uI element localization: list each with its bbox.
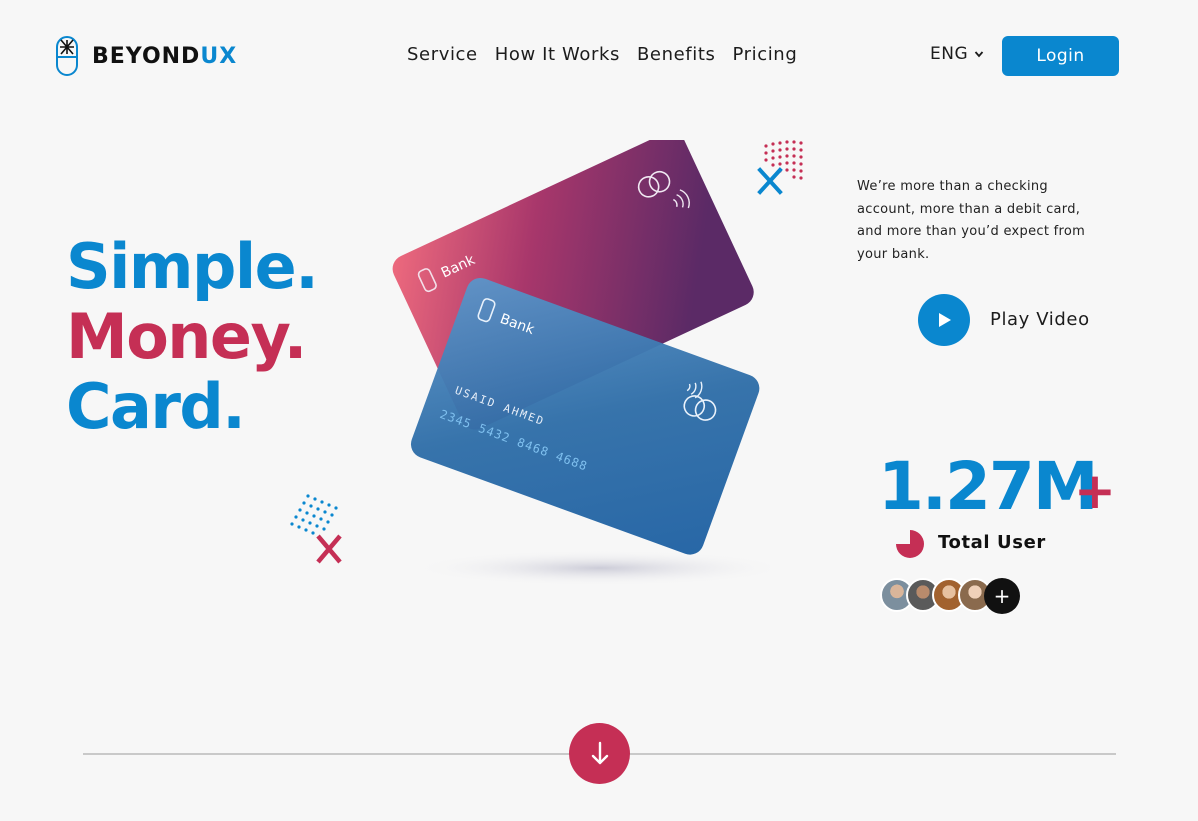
headline-line-simple: Simple. — [66, 230, 319, 303]
brand-logo-icon — [56, 36, 78, 76]
nav-pricing[interactable]: Pricing — [732, 44, 797, 65]
bank-cards-illustration: Bank Bank USAID AHMED 2345 5432 8468 468… — [392, 140, 770, 586]
play-icon — [939, 313, 951, 327]
card-shadow — [410, 550, 770, 586]
headline-line-money: Money. — [66, 300, 307, 373]
main-nav: Service How It Works Benefits Pricing — [407, 44, 797, 65]
nav-service[interactable]: Service — [407, 44, 478, 65]
total-user-label: Total User — [938, 532, 1046, 553]
add-user-button[interactable]: + — [984, 578, 1020, 614]
arrow-down-icon — [591, 741, 608, 764]
headline-line-card: Card. — [66, 370, 246, 443]
brand-logo[interactable]: BEYONDUX — [56, 36, 237, 76]
language-label: ENG — [930, 44, 969, 64]
pie-chart-icon — [896, 530, 924, 558]
hero-headline: Simple. Money. Card. — [66, 230, 319, 443]
nav-benefits[interactable]: Benefits — [637, 44, 715, 65]
decorative-dots-cross-left — [290, 494, 342, 564]
login-button[interactable]: Login — [1002, 36, 1119, 76]
user-avatars: + — [880, 578, 1020, 614]
language-selector[interactable]: ENG — [930, 44, 984, 64]
scroll-down-button[interactable] — [569, 723, 630, 784]
play-video-button[interactable] — [918, 294, 970, 346]
chevron-down-icon — [974, 51, 984, 58]
nav-how-it-works[interactable]: How It Works — [495, 44, 620, 65]
brand-name: BEYONDUX — [92, 43, 238, 69]
hero-description: We’re more than a checking account, more… — [857, 179, 1086, 262]
total-user-plus: + — [1074, 462, 1116, 520]
play-video-label[interactable]: Play Video — [990, 309, 1090, 330]
total-user-count: 1.27M — [878, 448, 1099, 525]
